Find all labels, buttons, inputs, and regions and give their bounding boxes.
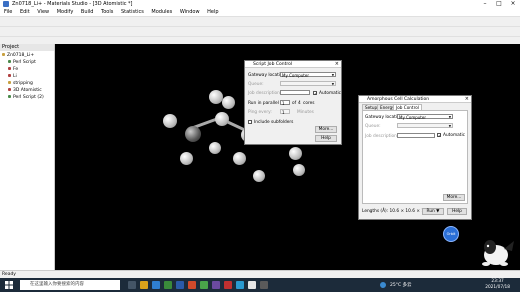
hydrogen-atom: [293, 164, 305, 176]
include-subfolders-label: Include subfolders: [254, 120, 294, 125]
menu-build[interactable]: Build: [81, 8, 94, 16]
windows-start-icon[interactable]: [5, 281, 13, 289]
job-description-label: Job description:: [248, 91, 282, 96]
project-panel: Project Zn0718_Li+ Perl Script Fe Li str…: [0, 44, 55, 270]
hydrogen-atom: [209, 90, 223, 104]
weather-icon: [380, 282, 386, 288]
queue-label: Queue:: [248, 82, 264, 87]
hydrogen-atom: [289, 147, 302, 160]
mascot-decoration: [482, 240, 514, 266]
menu-modify[interactable]: Modify: [57, 8, 74, 16]
help-button[interactable]: Help: [447, 208, 467, 215]
project-item-fe[interactable]: Fe: [8, 67, 18, 72]
rotation-cursor-indicator: Orbit: [443, 226, 459, 242]
total-cores-value: 4: [298, 101, 301, 106]
materials-studio-icon[interactable]: [212, 281, 220, 289]
project-item-perl-script[interactable]: Perl Script: [8, 60, 36, 65]
menu-tools[interactable]: Tools: [101, 8, 113, 16]
menu-file[interactable]: File: [4, 8, 12, 16]
taskbar: 在这里输入你要搜索的内容 25°C 多云 23:37 2021/07/18: [0, 278, 520, 292]
menu-modules[interactable]: Modules: [151, 8, 172, 16]
queue-label: Queue:: [365, 124, 381, 129]
app-icon[interactable]: [260, 281, 268, 289]
menu-view[interactable]: View: [37, 8, 49, 16]
automatic-checkbox[interactable]: ✓: [437, 133, 441, 138]
of-label: of: [292, 101, 297, 106]
automatic-label: Automatic: [319, 91, 342, 96]
ping-label: Ping every:: [248, 110, 272, 115]
project-root[interactable]: Zn0718_Li+: [2, 53, 34, 58]
job-description-label: Job description:: [365, 134, 399, 139]
powerpoint-icon[interactable]: [188, 281, 196, 289]
job-description-input[interactable]: [397, 133, 435, 138]
app-icon[interactable]: [248, 281, 256, 289]
clock[interactable]: 23:37 2021/07/18: [485, 279, 510, 291]
hydrogen-atom: [163, 114, 177, 128]
hydrogen-atom: [222, 96, 235, 109]
excel-icon[interactable]: [164, 281, 172, 289]
more-button[interactable]: More...: [315, 126, 337, 133]
project-header: Project: [0, 44, 54, 51]
include-subfolders-checkbox[interactable]: [248, 120, 252, 124]
menu-help[interactable]: Help: [207, 8, 218, 16]
run-button[interactable]: Run ▼: [422, 208, 444, 215]
minimize-icon[interactable]: –: [478, 0, 492, 8]
app-icon: [3, 1, 9, 7]
project-item-perl-script-2[interactable]: Perl Script (2): [8, 95, 44, 100]
job-description-input[interactable]: [280, 90, 310, 95]
dialog-title-bar: Amorphous Cell Calculation ×: [359, 96, 471, 103]
task-view-icon[interactable]: [128, 281, 136, 289]
lattice-lengths: Lengths (Å): 10.6 × 10.6 × 10.6: [362, 209, 431, 214]
minutes-label: Minutes: [297, 110, 314, 115]
hydrogen-atom: [253, 170, 265, 182]
calculation-dialog: Amorphous Cell Calculation × Setup Energy…: [358, 95, 472, 220]
hydrogen-atom: [215, 112, 229, 126]
cores-label: cores: [303, 101, 315, 106]
hydrogen-atom: [233, 152, 246, 165]
queue-select: ▼: [397, 123, 453, 128]
app-icon[interactable]: [224, 281, 232, 289]
close-icon[interactable]: ×: [506, 0, 520, 8]
edge-icon[interactable]: [152, 281, 160, 289]
taskbar-search-input[interactable]: 在这里输入你要搜索的内容: [20, 280, 120, 290]
menu-edit[interactable]: Edit: [20, 8, 30, 16]
hydrogen-atom: [180, 152, 193, 165]
menu-bar: File Edit View Modify Build Tools Statis…: [0, 8, 520, 16]
weather-text[interactable]: 25°C 多云: [390, 282, 412, 288]
menu-statistics[interactable]: Statistics: [121, 8, 144, 16]
parallel-cores-input[interactable]: 1: [280, 100, 290, 106]
app-icon[interactable]: [236, 281, 244, 289]
status-text: Ready: [2, 272, 16, 277]
wechat-icon[interactable]: [200, 281, 208, 289]
carbon-atom: [185, 126, 201, 142]
project-item-stripping[interactable]: stripping: [8, 81, 33, 86]
ping-input: 1: [280, 109, 290, 115]
close-icon[interactable]: ×: [335, 61, 339, 68]
maximize-icon[interactable]: □: [492, 0, 506, 8]
project-item-3d-atomistic[interactable]: 3D Atomistic: [8, 88, 42, 93]
tab-panel: Gateway location: My Computer ▼ Queue: ▼ …: [362, 110, 468, 204]
window-title: Zn0718_Li+ - Materials Studio - [3D Atom…: [12, 1, 133, 7]
word-icon[interactable]: [176, 281, 184, 289]
hydrogen-atom: [209, 142, 221, 154]
menu-window[interactable]: Window: [180, 8, 200, 16]
dialog-title-bar: Script Job Control ×: [245, 61, 341, 68]
date-text: 2021/07/18: [485, 285, 510, 290]
more-button[interactable]: More...: [443, 194, 465, 201]
queue-select: ▼: [280, 81, 336, 86]
automatic-label: Automatic: [443, 133, 466, 138]
file-explorer-icon[interactable]: [140, 281, 148, 289]
gateway-select[interactable]: My Computer ▼: [397, 114, 453, 120]
automatic-checkbox[interactable]: ✓: [313, 91, 317, 96]
close-icon[interactable]: ×: [465, 96, 469, 103]
script-job-control-dialog: Script Job Control × Gateway location: My…: [244, 60, 342, 145]
help-button[interactable]: Help: [315, 135, 337, 142]
project-item-li[interactable]: Li: [8, 74, 17, 79]
gateway-select[interactable]: My Computer ▼: [280, 72, 336, 78]
